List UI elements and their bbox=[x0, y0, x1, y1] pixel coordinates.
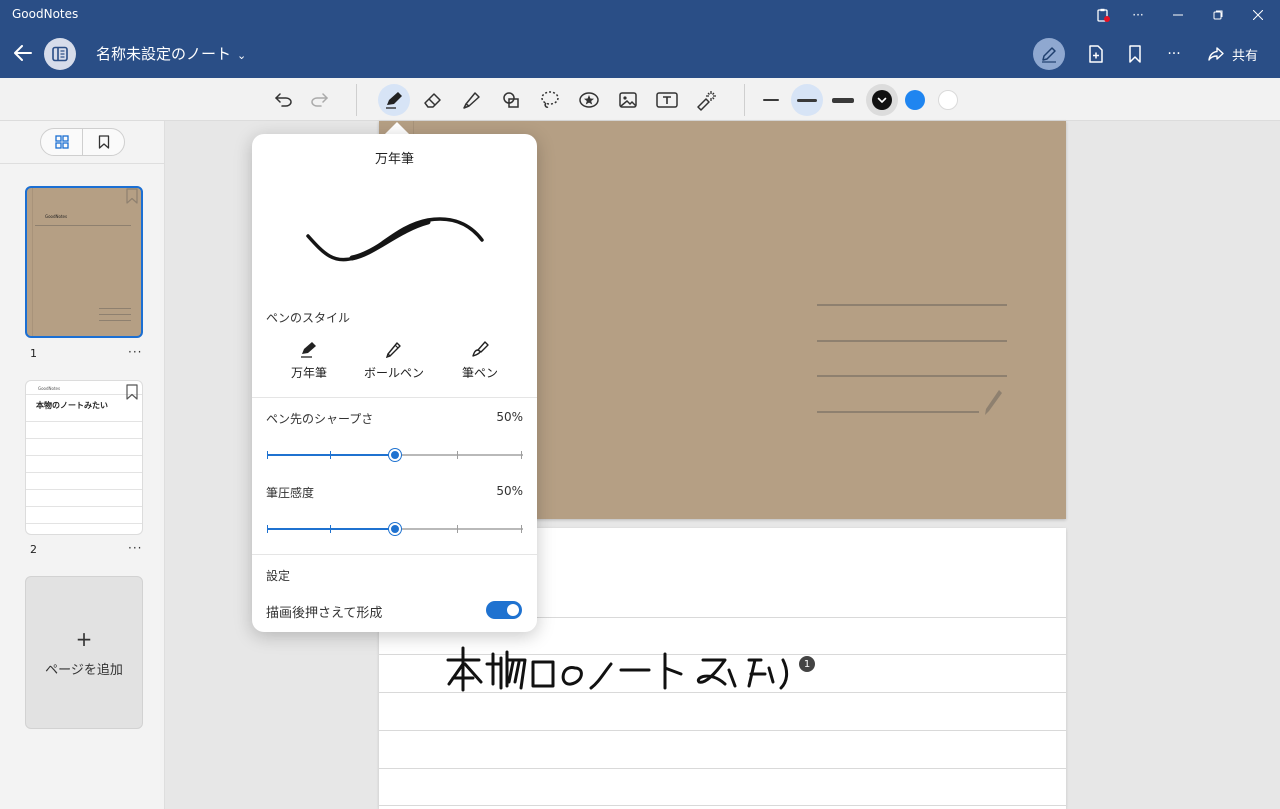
clipboard-icon[interactable] bbox=[1083, 0, 1123, 30]
thickness-thick[interactable] bbox=[827, 84, 859, 116]
fountain-pen-icon[interactable] bbox=[378, 84, 410, 116]
page-sidebar: GoodNotes 1 ··· GoodNotes 本物のノートみたい 2 ··… bbox=[0, 121, 165, 809]
pen-style-ballpoint[interactable]: ボールペン bbox=[354, 340, 434, 381]
thumbnail-handwriting: 本物のノートみたい bbox=[36, 400, 108, 410]
chevron-down-icon bbox=[877, 97, 887, 103]
page-2-more-button[interactable]: ··· bbox=[128, 541, 142, 555]
lasso-icon[interactable] bbox=[534, 84, 566, 116]
redo-icon[interactable] bbox=[303, 84, 335, 116]
sharpness-value: 50% bbox=[496, 410, 523, 424]
eraser-icon[interactable] bbox=[417, 84, 449, 116]
shape-after-hold-label: 描画後押さえて形成 bbox=[266, 606, 383, 621]
elements-icon[interactable] bbox=[573, 84, 605, 116]
thickness-medium[interactable] bbox=[791, 84, 823, 116]
bookmark-icon[interactable] bbox=[125, 384, 139, 400]
page-number-2: 2 bbox=[30, 543, 37, 556]
undo-icon[interactable] bbox=[268, 84, 300, 116]
slider-knob[interactable] bbox=[389, 523, 401, 535]
pen-style-label: 万年筆 bbox=[290, 366, 327, 380]
add-page-icon[interactable] bbox=[1080, 38, 1112, 70]
laser-pointer-icon[interactable] bbox=[690, 84, 722, 116]
popover-caret bbox=[385, 122, 409, 134]
page-thumbnail-1[interactable]: GoodNotes bbox=[25, 186, 143, 338]
pen-style-brush[interactable]: 筆ペン bbox=[440, 340, 520, 381]
cover-line bbox=[817, 340, 1007, 342]
pen-settings-popover: 万年筆 ペンのスタイル 万年筆 ボールペン 筆ペン ペン先のシャープさ 50% … bbox=[252, 134, 537, 632]
chevron-down-icon: ⌄ bbox=[237, 49, 247, 62]
document-header: 名称未設定のノート ⌄ ··· 共有 bbox=[0, 30, 1280, 78]
page-thumbnail-2[interactable]: GoodNotes 本物のノートみたい bbox=[25, 380, 143, 535]
slider-knob[interactable] bbox=[389, 449, 401, 461]
app-name: GoodNotes bbox=[12, 7, 79, 21]
restore-icon[interactable] bbox=[1198, 0, 1238, 30]
share-icon bbox=[1208, 47, 1224, 61]
popover-title: 万年筆 bbox=[374, 152, 414, 167]
pressure-value: 50% bbox=[496, 484, 523, 498]
more-icon[interactable]: ··· bbox=[1118, 0, 1158, 30]
cover-line bbox=[817, 375, 1007, 377]
edit-mode-pen-icon[interactable] bbox=[1033, 38, 1065, 70]
cover-line bbox=[817, 304, 1007, 306]
share-label: 共有 bbox=[1232, 48, 1259, 64]
pressure-label: 筆圧感度 bbox=[266, 486, 315, 500]
handwritten-text bbox=[446, 646, 789, 692]
pen-style-label: ボールペン bbox=[363, 366, 424, 380]
sidebar-view-switch bbox=[40, 128, 125, 156]
add-page-button[interactable]: + ページを追加 bbox=[25, 576, 143, 729]
thumbnail-header-text: GoodNotes bbox=[38, 386, 61, 391]
fountain-pen-icon bbox=[301, 342, 316, 358]
plus-icon: + bbox=[75, 627, 93, 651]
thumbnail-cover-title: GoodNotes bbox=[45, 214, 68, 219]
sidebar-toggle-icon[interactable] bbox=[44, 38, 76, 70]
shapes-icon[interactable] bbox=[495, 84, 527, 116]
toolbar-divider bbox=[356, 84, 357, 116]
add-page-label: ページを追加 bbox=[45, 663, 123, 678]
document-title-button[interactable]: 名称未設定のノート ⌄ bbox=[96, 43, 246, 64]
bookmarks-view-icon[interactable] bbox=[82, 129, 124, 155]
cover-line bbox=[817, 411, 979, 413]
toolbar-divider bbox=[744, 84, 745, 116]
thickness-thin[interactable] bbox=[755, 84, 787, 116]
pressure-slider[interactable] bbox=[267, 522, 523, 536]
window-title-bar: GoodNotes ··· bbox=[0, 0, 1280, 30]
bookmark-icon[interactable] bbox=[125, 188, 139, 204]
popover-divider bbox=[252, 397, 537, 398]
back-arrow-icon[interactable] bbox=[10, 40, 36, 66]
share-button[interactable]: 共有 bbox=[1208, 42, 1258, 66]
more-options-icon[interactable]: ··· bbox=[1158, 38, 1190, 70]
close-icon[interactable] bbox=[1238, 0, 1278, 30]
sharpness-label: ペン先のシャープさ bbox=[266, 412, 374, 426]
document-title: 名称未設定のノート bbox=[96, 45, 232, 63]
cover-pen-icon bbox=[985, 390, 1002, 415]
pen-stroke-preview bbox=[306, 217, 484, 262]
sharpness-slider[interactable] bbox=[267, 448, 523, 462]
color-swatch-blue[interactable] bbox=[905, 90, 925, 110]
comment-badge[interactable]: 1 bbox=[799, 656, 815, 672]
pen-style-label: 筆ペン bbox=[461, 366, 498, 380]
settings-section-label: 設定 bbox=[266, 569, 291, 583]
drawing-toolbar bbox=[0, 78, 1280, 121]
bookmark-icon[interactable] bbox=[1119, 38, 1151, 70]
page-1-more-button[interactable]: ··· bbox=[128, 345, 142, 359]
pen-style-fountain[interactable]: 万年筆 bbox=[269, 340, 349, 381]
pen-style-section-label: ペンのスタイル bbox=[266, 311, 351, 325]
grid-view-icon[interactable] bbox=[41, 129, 82, 155]
page-number-1: 1 bbox=[30, 347, 37, 360]
sidebar-divider bbox=[0, 163, 165, 164]
minimize-icon[interactable] bbox=[1158, 0, 1198, 30]
text-icon[interactable] bbox=[651, 84, 683, 116]
color-swatch-white[interactable] bbox=[938, 90, 958, 110]
shape-after-hold-toggle[interactable] bbox=[486, 601, 522, 619]
image-icon[interactable] bbox=[612, 84, 644, 116]
color-swatch-black[interactable] bbox=[872, 90, 892, 110]
ballpoint-pen-icon bbox=[385, 342, 401, 358]
brush-pen-icon bbox=[472, 341, 489, 357]
popover-divider bbox=[252, 554, 537, 555]
highlighter-icon[interactable] bbox=[456, 84, 488, 116]
